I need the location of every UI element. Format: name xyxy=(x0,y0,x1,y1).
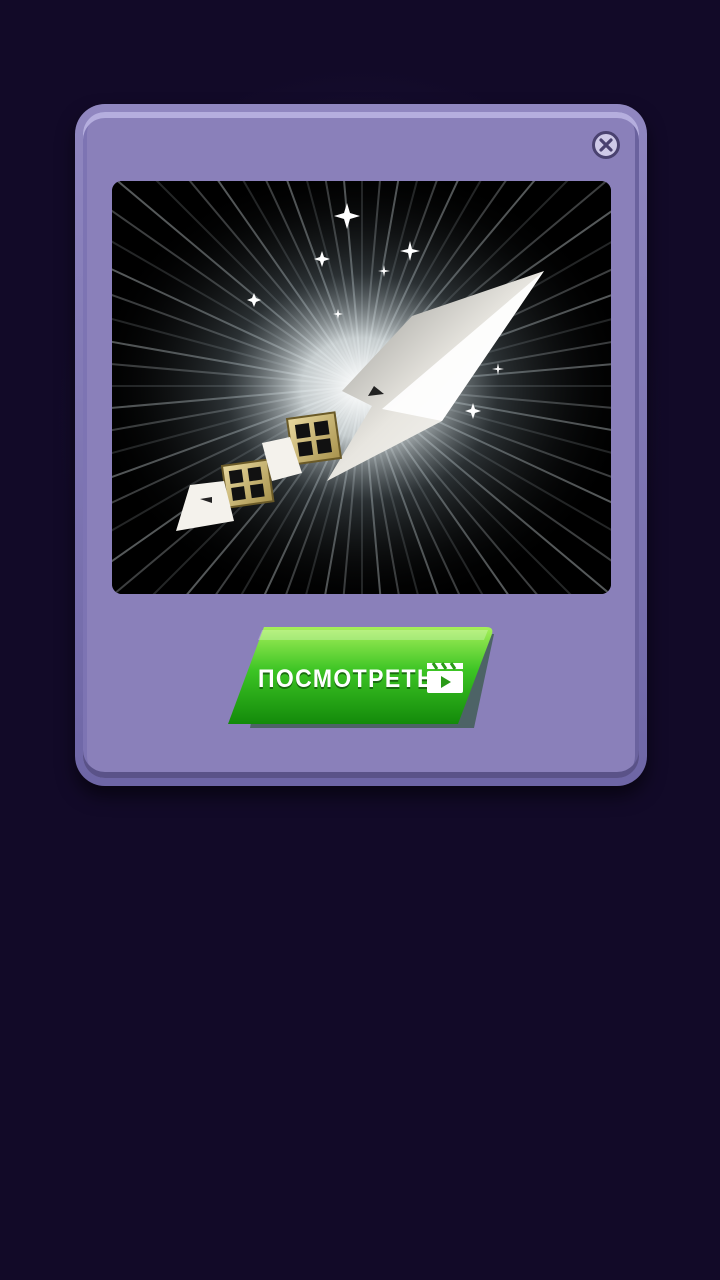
watch-video-button[interactable]: ПОСМОТРЕТЬ xyxy=(226,626,496,732)
knife-reward-image xyxy=(112,181,611,594)
close-button[interactable] xyxy=(592,131,620,159)
reward-image-frame xyxy=(112,181,611,594)
watch-button-label: ПОСМОТРЕТЬ xyxy=(258,665,435,693)
close-icon xyxy=(599,138,613,152)
video-clapper-icon xyxy=(427,662,463,693)
